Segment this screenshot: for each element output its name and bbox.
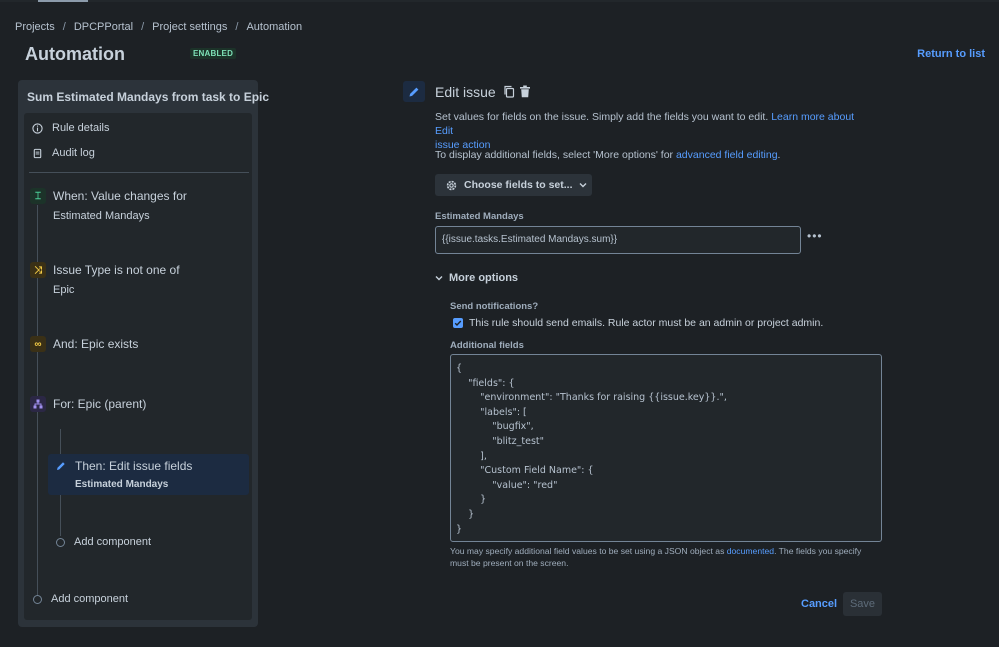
json-line: "bugfix", (456, 421, 534, 433)
info-icon (32, 122, 43, 134)
json-line: "blitz_test" (456, 435, 544, 447)
top-bar-accent (38, 0, 88, 2)
breadcrumb: Projects / DPCPPortal / Project settings… (15, 21, 302, 33)
gear-icon (446, 180, 457, 190)
breadcrumb-separator: / (62, 21, 66, 33)
clipboard-icon (33, 148, 42, 158)
additional-fields-label: Additional fields (450, 340, 524, 351)
step-title: And: Epic exists (53, 337, 139, 351)
step-subtitle: Estimated Mandays (75, 479, 169, 490)
choose-fields-label: Choose fields to set... (464, 179, 573, 191)
condition-icon: ⤨ (30, 262, 46, 278)
json-line: "value": "red" (456, 479, 558, 491)
step-subtitle: Estimated Mandays (53, 210, 150, 222)
step-title: For: Epic (parent) (53, 397, 147, 411)
choose-fields-button[interactable]: Choose fields to set... (435, 174, 592, 196)
add-dot-icon (33, 594, 42, 604)
description-text: Set values for fields on the issue. Simp… (435, 111, 772, 123)
audit-log-label: Audit log (52, 147, 95, 159)
pencil-icon (409, 87, 419, 96)
step-title: Issue Type is not one of (53, 263, 180, 277)
breadcrumb-projects[interactable]: Projects (15, 21, 55, 33)
additional-fields-textarea[interactable]: { "fields": { "environment": "Thanks for… (450, 354, 882, 542)
more-options-toggle[interactable]: More options (435, 272, 518, 284)
json-line: "labels": [ (456, 406, 527, 418)
breadcrumb-separator: / (235, 21, 239, 33)
rule-name[interactable]: Sum Estimated Mandays from task to Epic (27, 90, 269, 104)
json-line: } (456, 508, 475, 520)
page-title: Automation (25, 44, 125, 64)
additional-fields-hint: To display additional fields, select 'Mo… (435, 148, 780, 162)
rule-panel: Sum Estimated Mandays from task to Epic … (18, 80, 269, 627)
chevron-down-icon (579, 183, 587, 188)
add-component-label: Add component (51, 593, 129, 605)
more-options-label: More options (449, 272, 519, 284)
step-title: Then: Edit issue fields (75, 459, 193, 473)
send-notifications-text: This rule should send emails. Rule actor… (469, 317, 824, 329)
json-help-text: You may specify additional field values … (450, 545, 880, 569)
rule-details-label: Rule details (52, 122, 110, 134)
add-component-outer[interactable]: Add component (33, 593, 128, 605)
estimated-mandays-label: Estimated Mandays (435, 211, 524, 222)
cancel-button[interactable]: Cancel (801, 598, 837, 610)
breadcrumb-project[interactable]: DPCPPortal (74, 21, 133, 33)
add-component-inner[interactable]: Add component (56, 536, 151, 548)
add-component-label: Add component (74, 536, 152, 548)
estimated-mandays-input[interactable]: {{issue.tasks.Estimated Mandays.sum}} (435, 226, 801, 254)
check-icon (454, 320, 462, 327)
advanced-field-editing-link[interactable]: advanced field editing (676, 149, 778, 161)
trash-icon[interactable] (519, 85, 531, 98)
pencil-icon (55, 460, 67, 472)
hint-text: To display additional fields, select 'Mo… (435, 149, 676, 161)
help-text: You may specify additional field values … (450, 546, 727, 556)
json-line: ], (456, 450, 487, 462)
trigger-icon: ⌶ (30, 188, 46, 204)
title-actions (503, 85, 531, 98)
edit-issue-icon-box (403, 81, 425, 102)
audit-log-item[interactable]: Audit log (32, 147, 95, 159)
chevron-down-icon (435, 276, 443, 281)
documented-link[interactable]: documented (727, 546, 774, 556)
send-notifications-row: This rule should send emails. Rule actor… (453, 317, 823, 329)
json-line: } (456, 494, 487, 506)
step-title: When: Value changes for (53, 189, 187, 203)
json-line: "fields": { (456, 377, 515, 389)
save-button[interactable]: Save (843, 592, 882, 616)
edit-description: Set values for fields on the issue. Simp… (435, 110, 875, 152)
return-to-list-link[interactable]: Return to list (917, 48, 985, 60)
send-notifications-checkbox[interactable] (453, 318, 463, 328)
rule-components: Rule details Audit log ⌶ When: Value cha… (24, 113, 252, 620)
link-icon: ∞ (30, 336, 46, 352)
breadcrumb-project-settings[interactable]: Project settings (152, 21, 227, 33)
step-subtitle: Epic (53, 284, 75, 296)
json-line: } (456, 523, 463, 535)
copy-icon[interactable] (503, 85, 515, 98)
edit-issue-title: Edit issue (435, 84, 496, 100)
json-line: "environment": "Thanks for raising {{iss… (456, 392, 727, 404)
json-line: { (456, 363, 463, 374)
action-step-selected[interactable]: Then: Edit issue fields Estimated Manday… (48, 454, 249, 495)
send-notifications-label: Send notifications? (450, 301, 539, 312)
status-badge[interactable]: ENABLED (190, 48, 237, 59)
top-bar (0, 0, 999, 2)
add-dot-icon (56, 537, 65, 547)
rule-details-item[interactable]: Rule details (32, 122, 109, 134)
breadcrumb-separator: / (141, 21, 145, 33)
hint-period: . (777, 149, 781, 161)
more-actions-icon[interactable]: ••• (807, 229, 823, 243)
json-line: "Custom Field Name": { (456, 465, 594, 477)
menu-divider (29, 172, 249, 173)
branch-icon (30, 396, 46, 412)
breadcrumb-automation[interactable]: Automation (246, 21, 302, 33)
